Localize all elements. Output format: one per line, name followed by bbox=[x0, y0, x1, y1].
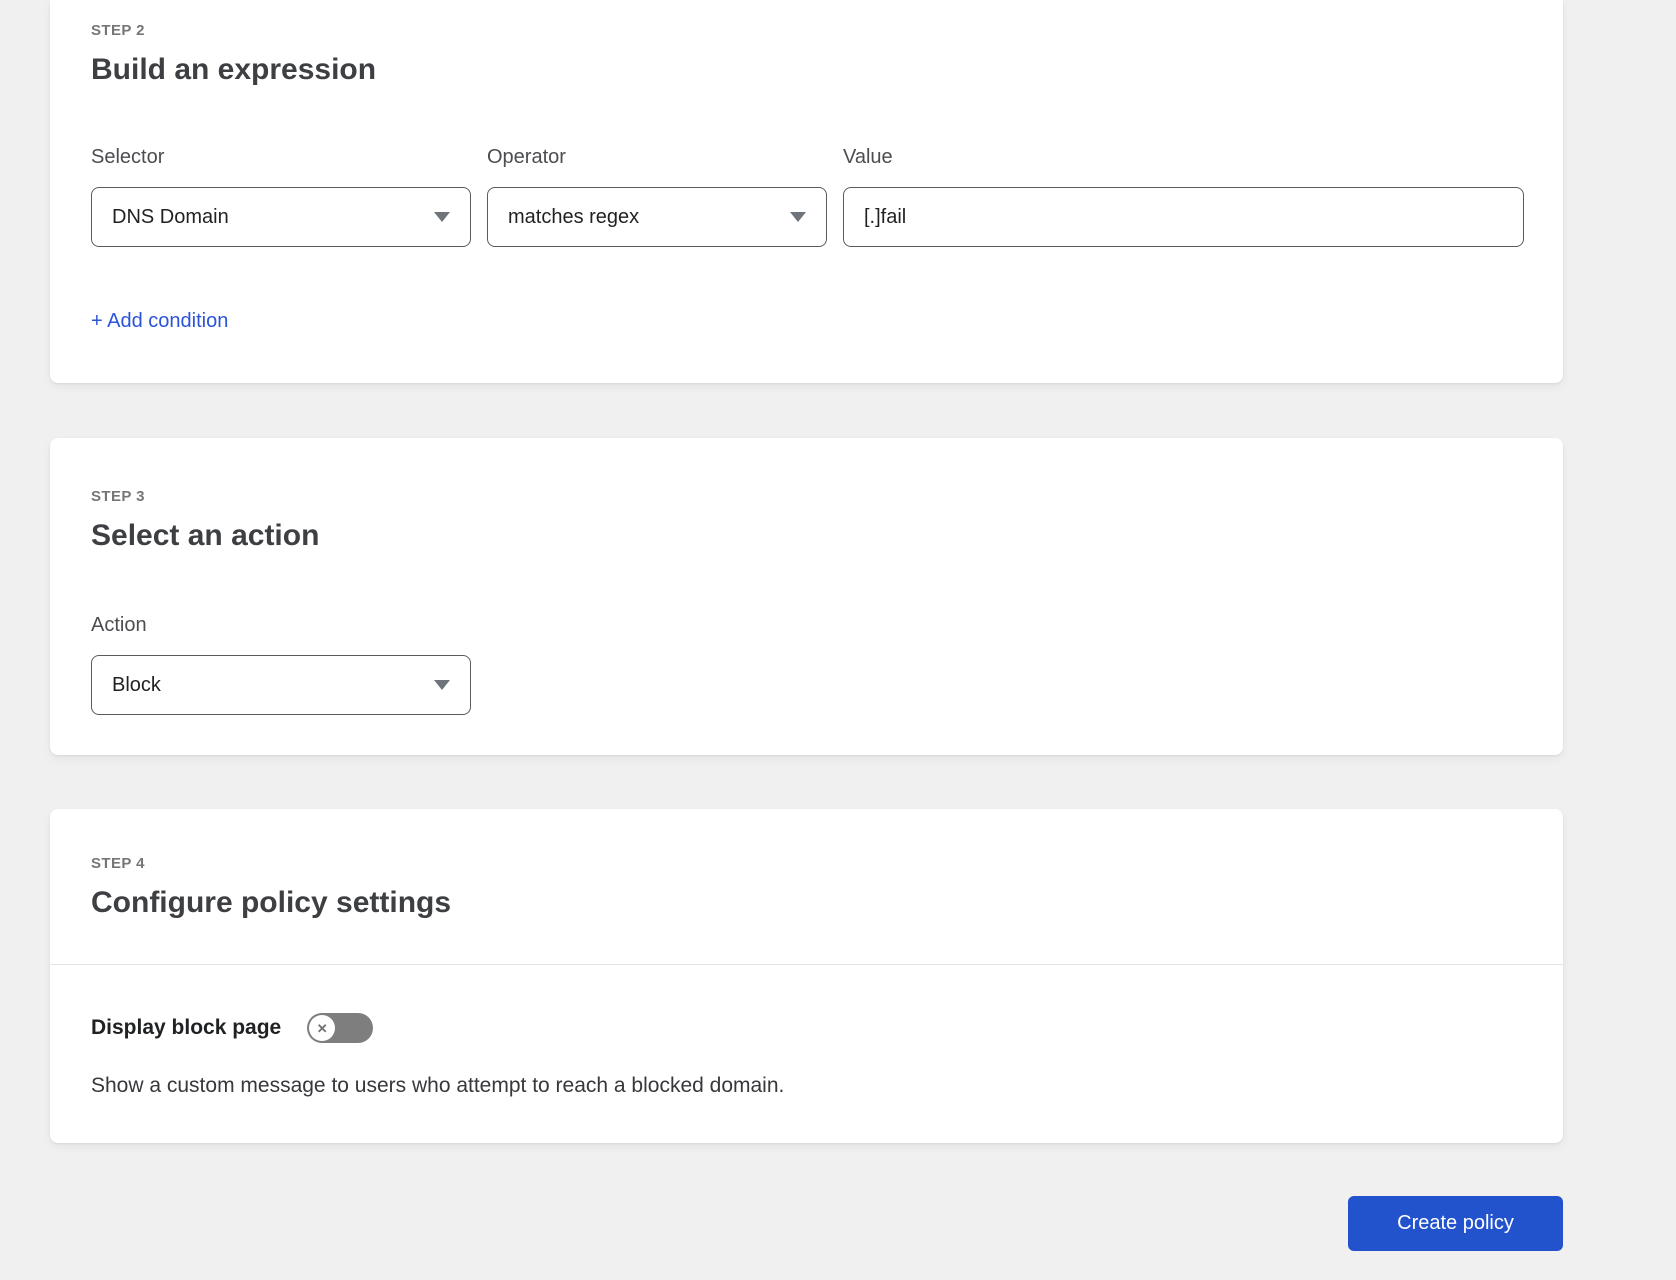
block-page-toggle-row: Display block page ✕ bbox=[91, 1013, 1524, 1043]
add-condition-link[interactable]: + Add condition bbox=[91, 309, 228, 333]
value-label: Value bbox=[843, 146, 893, 168]
expression-fields-row: Selector DNS Domain Operator matches reg… bbox=[91, 145, 1524, 247]
step3-card: STEP 3 Select an action Action Block bbox=[50, 438, 1563, 755]
selector-dropdown-value: DNS Domain bbox=[112, 205, 229, 228]
step2-card: STEP 2 Build an expression Selector DNS … bbox=[50, 0, 1563, 383]
selector-dropdown[interactable]: DNS Domain bbox=[91, 187, 471, 247]
create-policy-button[interactable]: Create policy bbox=[1348, 1196, 1563, 1251]
block-page-toggle-label: Display block page bbox=[91, 1016, 282, 1039]
dns-policy-builder-page: STEP 2 Build an expression Selector DNS … bbox=[0, 0, 1676, 1251]
chevron-down-icon bbox=[434, 680, 450, 690]
action-dropdown[interactable]: Block bbox=[91, 655, 471, 715]
operator-dropdown-value: matches regex bbox=[508, 205, 640, 228]
step4-eyebrow: STEP 4 bbox=[91, 855, 145, 872]
step2-title: Build an expression bbox=[91, 53, 377, 86]
operator-dropdown[interactable]: matches regex bbox=[487, 187, 827, 247]
section-divider bbox=[50, 964, 1563, 965]
value-field: Value bbox=[843, 145, 1524, 247]
value-input[interactable] bbox=[843, 187, 1524, 247]
action-label: Action bbox=[91, 614, 147, 636]
selector-label: Selector bbox=[91, 146, 165, 168]
action-dropdown-value: Block bbox=[112, 673, 161, 696]
toggle-off-x-icon: ✕ bbox=[309, 1015, 336, 1041]
block-page-toggle[interactable]: ✕ bbox=[307, 1013, 374, 1043]
operator-label: Operator bbox=[487, 146, 566, 168]
step3-title: Select an action bbox=[91, 519, 320, 552]
selector-field: Selector DNS Domain bbox=[91, 145, 471, 247]
chevron-down-icon bbox=[790, 212, 806, 222]
step2-eyebrow: STEP 2 bbox=[91, 22, 145, 39]
chevron-down-icon bbox=[434, 212, 450, 222]
operator-field: Operator matches regex bbox=[487, 145, 827, 247]
block-page-description: Show a custom message to users who attem… bbox=[91, 1074, 785, 1097]
step4-card: STEP 4 Configure policy settings Display… bbox=[50, 809, 1563, 1143]
action-field: Action Block bbox=[91, 553, 471, 715]
step4-title: Configure policy settings bbox=[91, 886, 452, 919]
step3-eyebrow: STEP 3 bbox=[91, 488, 145, 505]
footer-actions: Create policy bbox=[50, 1196, 1563, 1251]
